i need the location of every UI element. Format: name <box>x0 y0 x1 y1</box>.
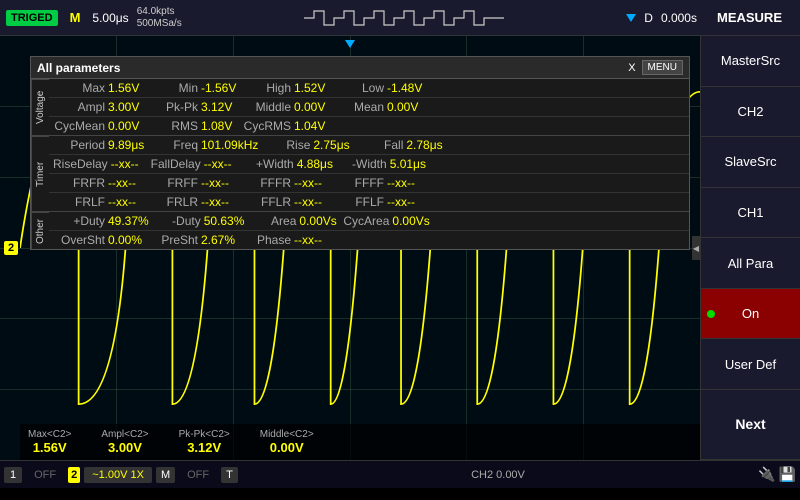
voltage-label: Voltage <box>31 79 49 135</box>
bottom-measurements: Max<C2> 1.56V Ampl<C2> 3.00V Pk-Pk<C2> 3… <box>20 424 700 460</box>
ch2-off: OFF <box>179 467 217 483</box>
meas-ampl: Ampl<C2> 3.00V <box>101 429 148 455</box>
sidebar-label-mastersrc: MasterSrc <box>721 53 780 68</box>
table-row: Ampl 3.00V Pk-Pk 3.12V Middle 0.00V Me <box>49 98 689 117</box>
other-rows: +Duty49.37% -Duty50.63% Area0.00Vs CycAr… <box>49 212 689 249</box>
sidebar-label-ch2: CH2 <box>737 104 763 119</box>
ch1-number: 1 <box>4 467 22 483</box>
usb-icon: 🔌 <box>758 466 775 483</box>
sd-icon: 💾 <box>779 466 796 483</box>
sidebar-item-mastersrc[interactable]: MasterSrc <box>701 36 800 87</box>
measure-label: MEASURE <box>705 10 794 25</box>
table-row: FRFR--xx-- FRFF--xx-- FFFR--xx-- FFFF--x… <box>49 174 689 193</box>
sidebar-label-ch1: CH1 <box>737 205 763 220</box>
sidebar-item-ch2[interactable]: CH2 <box>701 87 800 138</box>
scope-display: 2 All parameters X MENU Voltage <box>0 36 700 460</box>
sidebar-label-next: Next <box>735 416 765 432</box>
d-label: D <box>644 11 653 25</box>
voltage-rows: Max 1.56V Min -1.56V High 1.52V Low <box>49 79 689 135</box>
sidebar-expand-icon[interactable]: ◀ <box>692 236 700 260</box>
sidebar-item-allpara[interactable]: All Para <box>701 238 800 289</box>
right-sidebar: MasterSrc CH2 SlaveSrc CH1 All Para On U… <box>700 36 800 460</box>
meas-pkpk: Pk-Pk<C2> 3.12V <box>179 429 230 455</box>
t-badge: T <box>221 467 238 483</box>
wave-indicator <box>190 8 619 28</box>
top-bar: TRIGED M 5.00μs 64.0kpts 500MSa/s D 0.00… <box>0 0 800 36</box>
sidebar-label-allpara: All Para <box>728 256 774 271</box>
params-title: All parameters <box>37 61 120 75</box>
table-row: Max 1.56V Min -1.56V High 1.52V Low <box>49 79 689 98</box>
params-controls: X MENU <box>628 60 683 75</box>
other-label: Other <box>31 212 49 249</box>
ch2-number: 2 <box>68 467 80 483</box>
ch2-ref: CH2 0.00V <box>463 467 533 483</box>
table-row: OverSht0.00% PreSht2.67% Phase--xx-- <box>49 231 689 249</box>
params-panel: All parameters X MENU Voltage Max 1.56V <box>30 56 690 250</box>
time-div: 5.00μs <box>92 11 128 25</box>
other-section: Other +Duty49.37% -Duty50.63% Area0.00Vs… <box>31 211 689 249</box>
sidebar-label-slavesrc: SlaveSrc <box>724 154 776 169</box>
timer-rows: Period9.89μs Freq101.09kHz Rise2.75μs Fa… <box>49 136 689 211</box>
trigger-arrow-icon <box>626 14 636 22</box>
usb-icons: 🔌 💾 <box>758 466 796 483</box>
sidebar-item-slavesrc[interactable]: SlaveSrc <box>701 137 800 188</box>
time-offset: 0.000s <box>661 11 697 25</box>
params-close-button[interactable]: X <box>628 62 635 74</box>
params-menu-button[interactable]: MENU <box>642 60 683 75</box>
m-label: M <box>70 10 81 25</box>
ch2-marker: 2 <box>4 241 18 255</box>
sidebar-label-userdef: User Def <box>725 357 776 372</box>
meas-middle: Middle<C2> 0.00V <box>260 429 314 455</box>
voltage-section: Voltage Max 1.56V Min -1.56V High <box>31 79 689 135</box>
sidebar-item-ch1[interactable]: CH1 <box>701 188 800 239</box>
ch2-setting[interactable]: ~1.00V 1X <box>84 467 152 483</box>
triged-badge: TRIGED <box>6 10 58 26</box>
sidebar-item-next[interactable]: Next <box>701 390 800 460</box>
main-area: 2 All parameters X MENU Voltage <box>0 36 800 460</box>
table-row: +Duty49.37% -Duty50.63% Area0.00Vs CycAr… <box>49 212 689 231</box>
table-row: CycMean 0.00V RMS 1.08V CycRMS 1.04V <box>49 117 689 135</box>
m-badge: M <box>156 467 175 483</box>
on-indicator <box>707 310 715 318</box>
params-header: All parameters X MENU <box>31 57 689 79</box>
table-row: RiseDelay--xx-- FallDelay--xx-- +Width4.… <box>49 155 689 174</box>
param-cell: Max 1.56V <box>53 81 146 95</box>
sample-pts: 64.0kpts 500MSa/s <box>137 6 182 30</box>
timer-section: Timer Period9.89μs Freq101.09kHz Rise2.7… <box>31 135 689 211</box>
meas-max: Max<C2> 1.56V <box>28 429 71 455</box>
sidebar-item-on[interactable]: On <box>701 289 800 340</box>
sidebar-item-userdef[interactable]: User Def <box>701 339 800 390</box>
ch1-status: OFF <box>26 467 64 483</box>
table-row: FRLF--xx-- FRLR--xx-- FFLR--xx-- FFLF--x… <box>49 193 689 211</box>
sidebar-label-on: On <box>742 306 759 321</box>
timer-label: Timer <box>31 136 49 211</box>
table-row: Period9.89μs Freq101.09kHz Rise2.75μs Fa… <box>49 136 689 155</box>
bottom-bar: 1 OFF 2 ~1.00V 1X M OFF T CH2 0.00V 🔌 💾 <box>0 460 800 488</box>
